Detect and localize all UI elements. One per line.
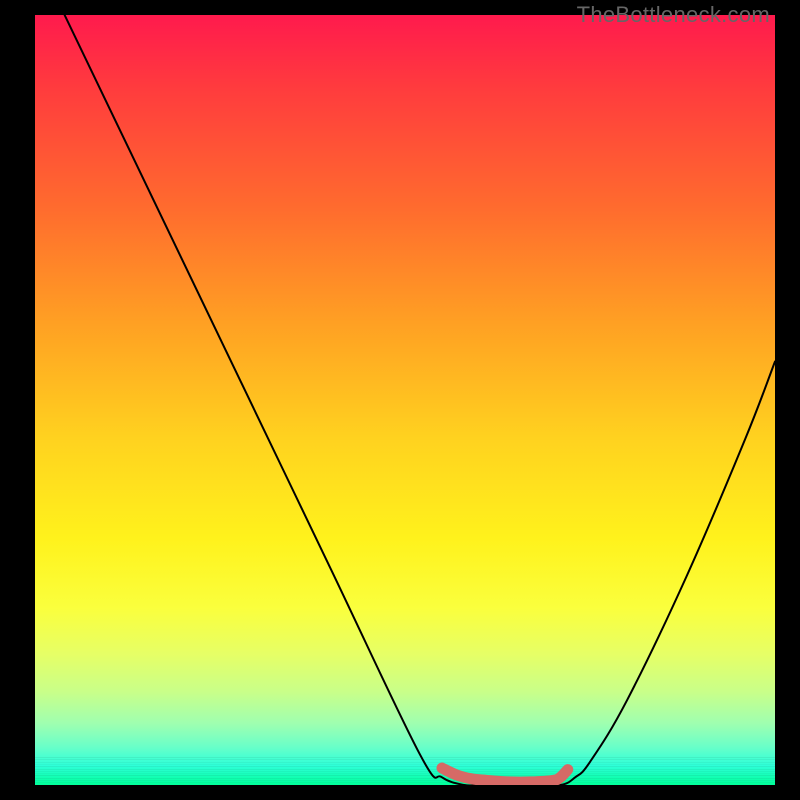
chart-frame [35, 15, 775, 785]
stripe [35, 782, 775, 783]
stripe [35, 757, 775, 758]
stripe [35, 762, 775, 763]
stripe [35, 764, 775, 765]
stripe [35, 773, 775, 774]
stripe [35, 778, 775, 779]
stripe [35, 780, 775, 781]
plot-area [35, 15, 775, 785]
heat-gradient-background [35, 15, 775, 785]
stripe [35, 769, 775, 770]
stripe [35, 771, 775, 772]
stripe [35, 775, 775, 776]
stripe [35, 759, 775, 760]
watermark-text: TheBottleneck.com [577, 2, 770, 28]
stripe [35, 766, 775, 767]
